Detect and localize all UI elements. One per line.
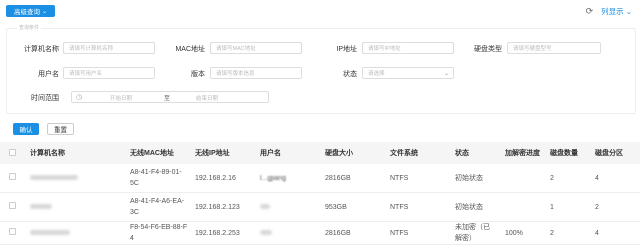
redacted-computer-name <box>30 230 70 236</box>
ip-placeholder: 请填写IP地址 <box>368 46 401 52</box>
col-header: 硬盘大小 <box>325 142 390 164</box>
row-checkbox[interactable] <box>9 227 16 235</box>
advanced-query-label: 高级查询 <box>13 9 40 16</box>
disk-type-input[interactable]: 请填写硬盘型号 <box>507 42 601 54</box>
user-cell: l...gjiang <box>260 174 287 182</box>
chevron-down-icon: ⌄ <box>41 8 48 15</box>
mac-cell: 4 <box>130 235 134 242</box>
calendar-icon: ◷ <box>76 94 83 101</box>
row-checkbox[interactable] <box>9 172 16 180</box>
chevron-down-icon: ⌄ <box>443 70 449 77</box>
mac-cell: F8-54-F6-EB-88-F <box>130 224 188 231</box>
computer-name-placeholder: 请填写计算机名称 <box>69 46 114 52</box>
mac-placeholder: 请填写MAC地址 <box>216 46 256 52</box>
mac-cell: 5C <box>130 180 139 187</box>
size-cell: 2816GB <box>325 164 390 193</box>
col-header: 无线MAC地址 <box>130 142 195 164</box>
fs-cell: NTFS <box>390 221 455 245</box>
partition-cell: 2 <box>595 192 640 222</box>
status-placeholder: 请选择 <box>368 71 385 77</box>
version-placeholder: 请填写版本信息 <box>216 71 255 77</box>
disk-type-placeholder: 请填写硬盘型号 <box>513 46 552 52</box>
column-settings-button[interactable]: 列显示 ⌄ <box>601 6 632 17</box>
date-range-picker[interactable]: ◷ 开始日期 至 结束日期 <box>71 91 269 103</box>
refresh-icon[interactable]: ⟳ <box>586 6 594 17</box>
computer-name-label: 计算机名称 <box>24 46 59 53</box>
ip-cell: 192.168.2.253 <box>195 221 260 245</box>
computer-name-input[interactable]: 请填写计算机名称 <box>63 42 155 54</box>
top-right-toolbar: ⟳ 列显示 ⌄ <box>586 6 632 17</box>
progress-cell <box>505 164 550 193</box>
fs-cell: NTFS <box>390 192 455 222</box>
status-cell: 初始状态 <box>455 164 505 193</box>
reset-button[interactable]: 重置 <box>47 123 74 135</box>
col-header: 文件系统 <box>390 142 455 164</box>
col-header: 状态 <box>455 142 505 164</box>
fs-cell: NTFS <box>390 164 455 193</box>
date-separator: 至 <box>164 96 171 102</box>
col-header: 用户名 <box>260 142 325 164</box>
ip-input[interactable]: 请填写IP地址 <box>362 42 454 54</box>
mac-input[interactable]: 请填写MAC地址 <box>210 42 302 54</box>
status-label: 状态 <box>343 71 357 78</box>
disk-count-cell: 1 <box>550 192 595 222</box>
version-label: 版本 <box>191 71 205 78</box>
col-header: 磁盘数量 <box>550 142 595 164</box>
status-cell: 初始状态 <box>455 192 505 222</box>
progress-cell <box>505 192 550 222</box>
disk-type-label: 硬盘类型 <box>474 46 502 53</box>
user-placeholder: 请填写用户名 <box>69 71 103 77</box>
end-date-placeholder: 结束日期 <box>196 96 219 102</box>
status-cell: 解密） <box>455 235 476 242</box>
disk-count-cell: 2 <box>550 164 595 193</box>
partition-cell: 4 <box>595 164 640 193</box>
col-header: 无线IP地址 <box>195 142 260 164</box>
disk-count-cell: 2 <box>550 221 595 245</box>
table-row[interactable]: A8-41-F4-A6-EA- 3C 192.168.2.123 953GB NT… <box>0 192 640 222</box>
advanced-query-button[interactable]: 高级查询 ⌄ <box>6 5 55 17</box>
ip-cell: 192.168.2.16 <box>195 164 260 193</box>
col-header: 计算机名称 <box>30 142 130 164</box>
table-header-row: 计算机名称 无线MAC地址 无线IP地址 用户名 硬盘大小 文件系统 状态 加解… <box>0 142 640 164</box>
table-row[interactable]: A8-41-F4-89-01- 5C 192.168.2.16 l...gjian… <box>0 164 640 193</box>
progress-cell: 100% <box>505 221 550 245</box>
ip-label: IP地址 <box>336 46 357 53</box>
filter-legend: 查询条件 <box>17 24 42 31</box>
redacted-user <box>260 230 272 236</box>
size-cell: 2816GB <box>325 221 390 245</box>
redacted-computer-name <box>30 204 52 210</box>
filter-panel: 查询条件 计算机名称 请填写计算机名称 MAC地址 请填写MAC地址 IP地址 … <box>6 24 636 114</box>
col-header: 加解密进度 <box>505 142 550 164</box>
time-range-label: 时间范围 <box>31 95 59 102</box>
table-row[interactable]: F8-54-F6-EB-88-F 4 192.168.2.253 2816GB N… <box>0 221 640 245</box>
redacted-computer-name <box>30 175 78 181</box>
ip-cell: 192.168.2.123 <box>195 192 260 222</box>
row-checkbox[interactable] <box>9 201 16 209</box>
select-all-checkbox[interactable] <box>9 148 16 156</box>
device-table: 计算机名称 无线MAC地址 无线IP地址 用户名 硬盘大小 文件系统 状态 加解… <box>0 142 640 245</box>
user-input[interactable]: 请填写用户名 <box>63 67 155 79</box>
status-select[interactable]: 请选择 ⌄ <box>362 67 454 79</box>
mac-cell: A8-41-F4-A6-EA- <box>130 198 185 205</box>
redacted-user <box>260 204 270 210</box>
mac-cell: A8-41-F4-89-01- <box>130 169 182 176</box>
column-settings-label: 列显示 <box>601 7 624 16</box>
mac-cell: 3C <box>130 209 139 216</box>
mac-label: MAC地址 <box>175 46 205 53</box>
size-cell: 953GB <box>325 192 390 222</box>
user-label: 用户名 <box>38 71 59 78</box>
version-input[interactable]: 请填写版本信息 <box>210 67 302 79</box>
col-header: 磁盘分区 <box>595 142 640 164</box>
partition-cell: 4 <box>595 221 640 245</box>
start-date-placeholder: 开始日期 <box>110 96 133 102</box>
confirm-button[interactable]: 确认 <box>13 123 39 135</box>
status-cell: 未加密（已 <box>455 224 490 231</box>
